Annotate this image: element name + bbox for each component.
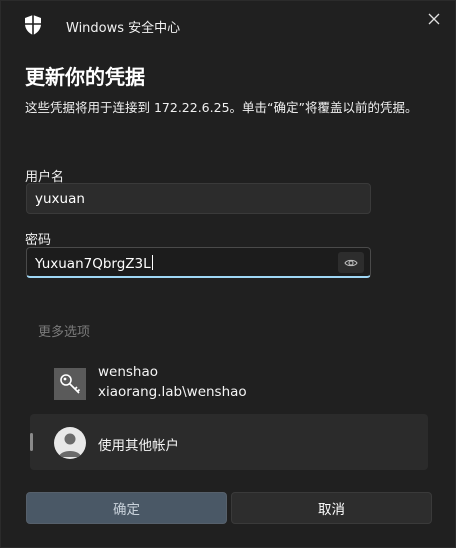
- use-other-account-label: 使用其他帐户: [98, 438, 179, 454]
- reveal-password-button[interactable]: [338, 252, 364, 273]
- password-value: Yuxuan7QbrgZ3L: [35, 256, 151, 272]
- password-label: 密码: [25, 233, 52, 248]
- title-bar: Windows 安全中心: [1, 1, 456, 49]
- close-button[interactable]: [419, 7, 449, 31]
- username-field[interactable]: yuxuan: [26, 183, 371, 214]
- ok-button[interactable]: 确定: [26, 492, 227, 524]
- cancel-button[interactable]: 取消: [231, 492, 432, 524]
- shield-icon: [23, 14, 43, 36]
- password-value-wrap: Yuxuan7QbrgZ3L: [35, 255, 153, 272]
- account-domain-user: xiaorang.lab\wenshao: [98, 384, 247, 400]
- credential-dialog: Windows 安全中心 更新你的凭据 这些凭据将用于连接到 172.22.6.…: [0, 0, 456, 548]
- account-item-use-other[interactable]: 使用其他帐户: [30, 414, 428, 470]
- account-name: wenshao: [98, 364, 159, 380]
- selection-indicator: [30, 433, 33, 451]
- username-value: yuxuan: [35, 191, 85, 207]
- app-title: Windows 安全中心: [66, 21, 181, 36]
- eye-icon: [344, 259, 358, 266]
- key-icon: [54, 368, 86, 400]
- close-icon: [428, 13, 440, 25]
- text-caret: [151, 255, 153, 270]
- more-options-header: 更多选项: [38, 325, 91, 340]
- account-item-wenshao[interactable]: wenshao xiaorang.lab\wenshao: [30, 357, 428, 413]
- password-field[interactable]: Yuxuan7QbrgZ3L: [26, 247, 371, 278]
- page-title: 更新你的凭据: [25, 65, 145, 89]
- description-text: 这些凭据将用于连接到 172.22.6.25。单击“确定”将覆盖以前的凭据。: [25, 100, 418, 115]
- user-avatar-icon: [54, 427, 86, 459]
